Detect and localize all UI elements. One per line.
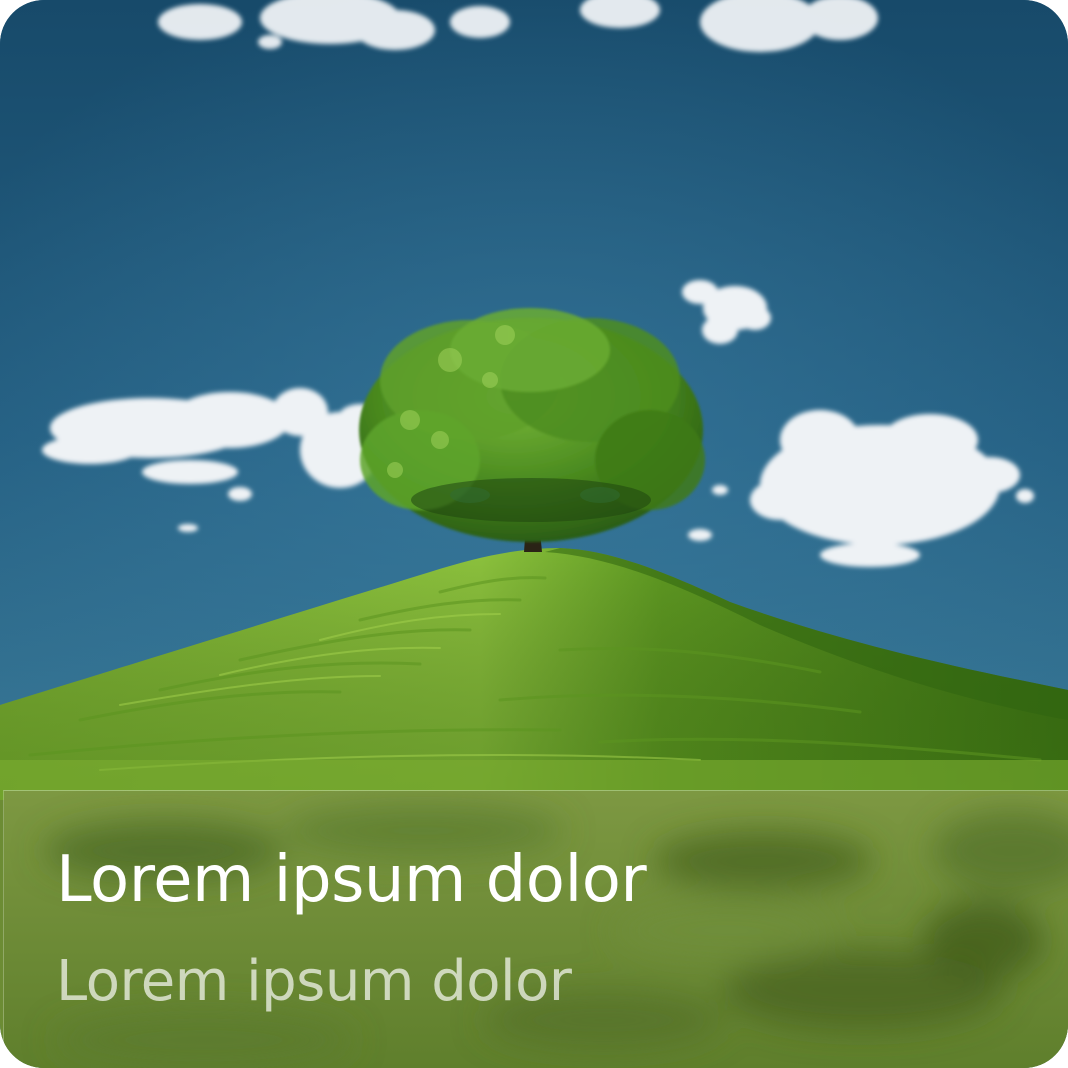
card-caption: Lorem ipsum dolor Lorem ipsum dolor [3, 790, 1068, 1068]
image-card[interactable]: Lorem ipsum dolor Lorem ipsum dolor [0, 0, 1068, 1068]
caption-blur-background [4, 791, 1068, 1068]
card-title: Lorem ipsum dolor [56, 843, 647, 917]
card-subtitle: Lorem ipsum dolor [56, 949, 572, 1014]
